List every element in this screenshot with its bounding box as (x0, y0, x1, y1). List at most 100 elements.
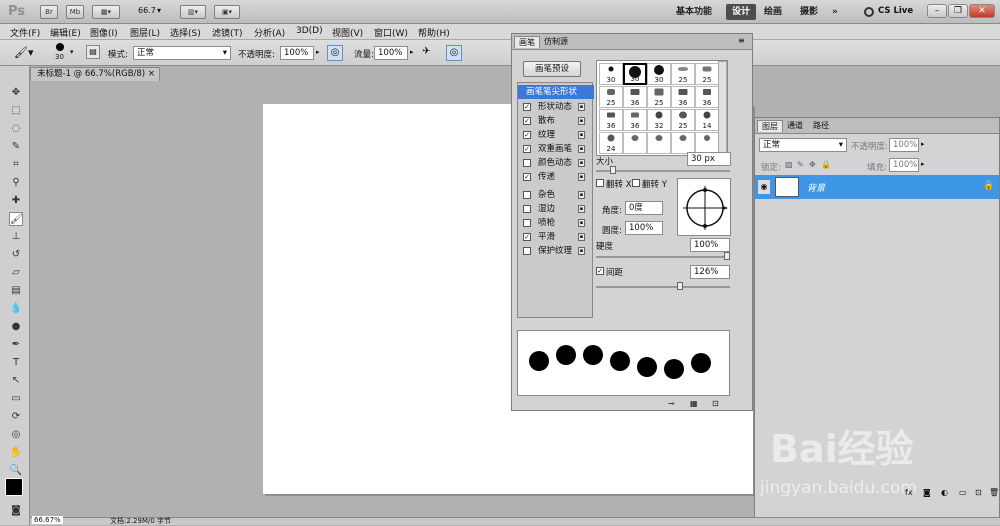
menu-view[interactable]: 视图(V) (332, 26, 363, 39)
option-scattering[interactable]: ✓ 散布 ▪ (518, 114, 594, 128)
checkbox-icon[interactable]: ✓ (523, 145, 531, 153)
hardness-input[interactable]: 100% (690, 238, 730, 252)
lock-icon[interactable]: ▪ (578, 159, 585, 167)
delete-layer-icon[interactable]: 🗑 (989, 488, 999, 497)
adjustment-layer-icon[interactable]: ◐ (941, 488, 948, 497)
crop-tool-icon[interactable]: ⌗ (9, 158, 23, 172)
option-protect-texture[interactable]: 保护纹理 ▪ (518, 244, 594, 258)
lock-icon[interactable]: ▪ (578, 131, 585, 139)
lasso-tool-icon[interactable]: ◌ (9, 122, 23, 136)
option-noise[interactable]: 杂色 ▪ (518, 188, 594, 202)
option-brush-tip-shape[interactable]: 画笔笔尖形状 (518, 85, 594, 99)
zoom-dropdown-icon[interactable]: ▾ (157, 6, 161, 15)
checkbox-icon[interactable] (523, 191, 531, 199)
lock-icon[interactable]: ▪ (578, 103, 585, 111)
new-brush-icon[interactable]: ⊡ (712, 399, 719, 408)
minimize-button[interactable]: – (927, 4, 947, 18)
brush-tip-cell-selected[interactable]: 30 (623, 63, 647, 85)
cs-live-button[interactable]: CS Live (878, 6, 913, 16)
blend-mode-select[interactable]: 正常 ▾ (759, 138, 847, 152)
fill-input[interactable]: 100% (889, 158, 919, 172)
checkbox-icon[interactable]: ✓ (523, 103, 531, 111)
option-smoothing[interactable]: ✓ 平滑 ▪ (518, 230, 594, 244)
checkbox-icon[interactable]: ✓ (523, 131, 531, 139)
menu-help[interactable]: 帮助(H) (418, 26, 450, 39)
healing-brush-tool-icon[interactable]: ✚ (9, 194, 23, 208)
brush-tool-icon[interactable]: 🖌▾ (14, 46, 34, 59)
spacing-slider[interactable] (596, 286, 730, 288)
option-wet-edges[interactable]: 湿边 ▪ (518, 202, 594, 216)
new-layer-icon[interactable]: ⊡ (975, 488, 982, 497)
brush-tip-cell[interactable]: 36 (671, 86, 695, 108)
flow-slider-icon[interactable]: ▸ (410, 48, 414, 56)
lock-pixels-icon[interactable]: ✎ (797, 160, 804, 169)
brush-tip-cell[interactable]: 36 (623, 109, 647, 131)
lock-icon[interactable]: ▪ (578, 145, 585, 153)
layer-row-background[interactable]: ◉ 背景 🔒 (755, 175, 999, 199)
lock-icon[interactable]: ▪ (578, 247, 585, 255)
roundness-input[interactable]: 100% (625, 221, 663, 235)
pressure-opacity-icon[interactable]: ◎ (327, 45, 343, 61)
brush-tip-cell[interactable] (623, 132, 647, 154)
spacing-input[interactable]: 126% (690, 265, 730, 279)
zoom-level[interactable]: 66.7 (138, 6, 156, 15)
option-texture[interactable]: ✓ 纹理 ▪ (518, 128, 594, 142)
checkbox-icon[interactable]: ✓ (523, 117, 531, 125)
view-extras-button[interactable]: ▦▾ (92, 5, 120, 19)
option-transfer[interactable]: ✓ 传递 ▪ (518, 170, 594, 184)
brush-tip-cell[interactable]: 36 (599, 109, 623, 131)
opacity-slider-icon[interactable]: ▸ (316, 48, 320, 56)
lock-all-icon[interactable]: 🔒 (821, 160, 831, 169)
checkbox-icon[interactable] (523, 159, 531, 167)
quick-mask-icon[interactable]: ◙ (9, 504, 23, 518)
flip-x-checkbox[interactable] (596, 179, 604, 187)
restore-button[interactable]: ❐ (948, 4, 968, 18)
quick-select-tool-icon[interactable]: ✎ (9, 140, 23, 154)
checkbox-icon[interactable]: ✓ (523, 233, 531, 241)
brush-angle-preview[interactable] (677, 178, 731, 236)
menu-layer[interactable]: 图层(L) (130, 26, 160, 39)
brush-tip-cell[interactable]: 36 (695, 86, 719, 108)
brush-tip-cell[interactable]: 25 (671, 63, 695, 85)
document-tab[interactable]: 未标题-1 @ 66.7%(RGB/8) × (30, 67, 160, 81)
blur-tool-icon[interactable]: 💧 (9, 302, 23, 316)
tab-clone-source[interactable]: 仿制源 (540, 36, 572, 48)
menu-window[interactable]: 窗口(W) (374, 26, 408, 39)
tab-layers[interactable]: 图层 (757, 120, 783, 132)
marquee-tool-icon[interactable]: ⬚ (9, 104, 23, 118)
lock-position-icon[interactable]: ✥ (809, 160, 816, 169)
workspace-basic[interactable]: 基本功能 (670, 4, 718, 20)
brush-tip-cell[interactable]: 30 (647, 63, 671, 85)
option-shape-dynamics[interactable]: ✓ 形状动态 ▪ (518, 100, 594, 114)
checkbox-icon[interactable] (523, 247, 531, 255)
spacing-checkbox[interactable]: ✓ (596, 267, 604, 275)
brush-tip-cell[interactable]: 25 (695, 63, 719, 85)
menu-3d[interactable]: 3D(D) (296, 26, 323, 36)
pen-tool-icon[interactable]: ✒ (9, 338, 23, 352)
gradient-tool-icon[interactable]: ▤ (9, 284, 23, 298)
lock-transparent-icon[interactable]: ▨ (785, 160, 793, 169)
close-window-button[interactable]: ✕ (969, 4, 995, 18)
new-group-icon[interactable]: ▭ (959, 488, 967, 497)
3d-orbit-tool-icon[interactable]: ◎ (9, 428, 23, 442)
visibility-eye-icon[interactable]: ◉ (758, 180, 770, 194)
shape-tool-icon[interactable]: ▭ (9, 392, 23, 406)
clone-stamp-tool-icon[interactable]: ⊥ (9, 230, 23, 244)
pressure-size-icon[interactable]: ◎ (446, 45, 462, 61)
lock-icon[interactable]: ▪ (578, 191, 585, 199)
hardness-slider[interactable] (596, 256, 730, 258)
brush-tip-cell[interactable]: 25 (647, 86, 671, 108)
foreground-color-swatch[interactable] (5, 478, 23, 496)
option-airbrush[interactable]: 喷枪 ▪ (518, 216, 594, 230)
bridge-button[interactable]: Br (40, 5, 58, 19)
lock-icon[interactable]: ▪ (578, 219, 585, 227)
path-select-tool-icon[interactable]: ↖ (9, 374, 23, 388)
opacity-input[interactable]: 100% (280, 46, 314, 60)
size-slider[interactable] (596, 170, 730, 172)
toggle-live-tip-icon[interactable]: ⊸ (668, 399, 675, 408)
more-workspaces-button[interactable]: » (826, 4, 844, 20)
eraser-tool-icon[interactable]: ▱ (9, 266, 23, 280)
brush-tip-cell[interactable]: 25 (671, 109, 695, 131)
brush-tip-cell[interactable]: 36 (623, 86, 647, 108)
3d-rotate-tool-icon[interactable]: ⟳ (9, 410, 23, 424)
